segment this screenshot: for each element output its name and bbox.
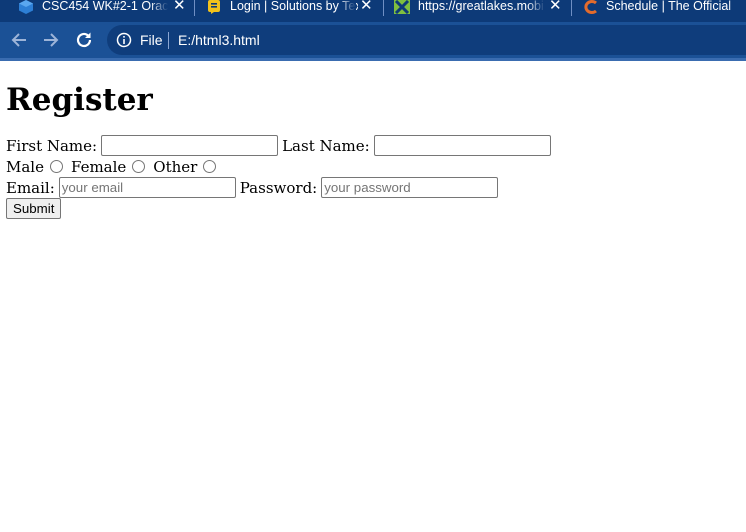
back-arrow-icon[interactable]: [10, 31, 28, 49]
last-name-label: Last Name:: [282, 136, 370, 155]
page-title: Register: [6, 82, 153, 118]
tab-title: Schedule | The Official: [606, 0, 732, 13]
reload-icon[interactable]: [75, 31, 93, 49]
last-name-input[interactable]: [373, 135, 551, 156]
email-label: Email:: [6, 178, 55, 197]
close-icon[interactable]: ✕: [549, 0, 562, 13]
gender-female-radio[interactable]: [132, 160, 146, 173]
password-label: Password:: [239, 178, 318, 197]
name-row: First Name: Last Name:: [6, 135, 740, 156]
tab-fade: [527, 0, 545, 14]
cube-icon: [19, 0, 33, 14]
submit-row: Submit: [6, 198, 740, 219]
tab-fade: [728, 0, 746, 14]
scheme-label: File: [140, 32, 163, 48]
gender-row: Male Female Other: [6, 156, 740, 177]
tab-login[interactable]: Login | Solutions by Tex ✕: [196, 0, 382, 22]
tab-separator: [194, 0, 195, 16]
tab-separator: [571, 0, 572, 16]
tab-fade: [338, 0, 356, 14]
tab-strip: CSC454 WK#2-1 Oracle ✕ Login | Solutions…: [0, 0, 746, 22]
password-input[interactable]: [321, 177, 499, 198]
address-separator: [168, 32, 169, 49]
tab-schedule[interactable]: Schedule | The Official: [573, 0, 746, 22]
submit-button[interactable]: Submit: [6, 198, 62, 219]
forward-arrow-icon[interactable]: [42, 31, 60, 49]
close-icon[interactable]: ✕: [173, 0, 186, 13]
address-url[interactable]: E:/html3.html: [178, 32, 260, 48]
tab-greatlakes[interactable]: https://greatlakes.mobi ✕: [385, 0, 571, 22]
tab-csc454[interactable]: CSC454 WK#2-1 Oracle ✕: [0, 0, 192, 22]
gender-other-radio[interactable]: [203, 160, 217, 173]
tab-separator: [383, 0, 384, 16]
browser-toolbar: File E:/html3.html: [0, 22, 746, 58]
x-logo-icon: [394, 0, 410, 14]
page-content: Register First Name: Last Name: Male Fem…: [0, 61, 746, 219]
note-icon: [208, 0, 220, 14]
register-form: First Name: Last Name: Male Female Other…: [6, 135, 740, 219]
info-icon[interactable]: [116, 32, 132, 48]
gender-male-radio[interactable]: [49, 160, 63, 173]
first-name-input[interactable]: [101, 135, 279, 156]
close-icon[interactable]: ✕: [360, 0, 373, 13]
gender-female-label: Female: [70, 157, 127, 176]
credentials-row: Email: Password:: [6, 177, 740, 198]
gender-male-label: Male: [6, 157, 44, 176]
first-name-label: First Name:: [6, 136, 98, 155]
gender-other-label: Other: [153, 157, 198, 176]
email-input[interactable]: [58, 177, 236, 198]
tab-fade: [150, 0, 168, 14]
bears-c-icon: [584, 0, 597, 14]
